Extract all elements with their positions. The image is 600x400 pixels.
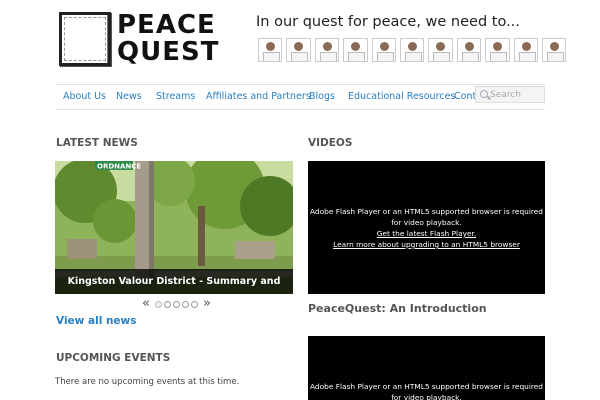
slider-dot[interactable] <box>190 300 198 308</box>
video-title: PeaceQuest: An Introduction <box>308 302 487 315</box>
logo-line-peace: PEACE <box>117 10 216 40</box>
slide-caption[interactable]: Kingston Valour District - Summary and T… <box>55 269 293 294</box>
video-player[interactable]: Adobe Flash Player or an HTML5 supported… <box>308 336 545 400</box>
nav-item-streams[interactable]: Streams <box>156 91 195 102</box>
upgrade-html5-link[interactable]: Learn more about upgrading to an HTML5 b… <box>308 239 545 250</box>
street-sign-text: ORDNANCE <box>97 163 141 171</box>
logo-frame-icon <box>59 12 111 66</box>
nav-item-affiliates[interactable]: Affiliates and Partners <box>206 91 311 102</box>
latest-news-heading: LATEST NEWS <box>56 137 138 149</box>
person-photo-icon[interactable] <box>485 38 510 62</box>
tagline: In our quest for peace, we need to... <box>256 14 520 30</box>
player-message-block: Adobe Flash Player or an HTML5 supported… <box>308 206 545 250</box>
view-all-news-link[interactable]: View all news <box>56 315 137 327</box>
person-photo-icon[interactable] <box>371 38 396 62</box>
player-message: Adobe Flash Player or an HTML5 supported… <box>310 207 543 227</box>
site-logo[interactable]: PEACE QUEST <box>59 10 227 70</box>
person-photo-icon[interactable] <box>456 38 482 62</box>
events-empty-text: There are no upcoming events at this tim… <box>55 377 240 387</box>
search-icon <box>480 90 488 98</box>
person-photo-icon[interactable] <box>258 38 283 62</box>
search-box <box>475 86 545 103</box>
video-player[interactable]: Adobe Flash Player or an HTML5 supported… <box>308 161 545 294</box>
person-photo-icon[interactable] <box>343 38 368 62</box>
player-message: Adobe Flash Player or an HTML5 supported… <box>310 382 543 400</box>
news-slider[interactable]: ORDNANCE Kingston Valour District - Summ… <box>55 161 293 294</box>
logo-text: PEACE QUEST <box>117 12 219 66</box>
videos-heading: VIDEOS <box>308 137 353 149</box>
main-nav: About Us News Streams Affiliates and Par… <box>56 84 545 110</box>
faces-strip <box>258 38 567 62</box>
chevron-left-icon[interactable]: « <box>139 297 153 310</box>
slider-dot[interactable] <box>154 300 162 308</box>
player-message-block: Adobe Flash Player or an HTML5 supported… <box>308 381 545 400</box>
slider-dot[interactable] <box>172 300 180 308</box>
slider-dot[interactable] <box>181 300 189 308</box>
person-photo-icon[interactable] <box>541 38 567 62</box>
chevron-right-icon[interactable]: » <box>200 297 214 310</box>
slider-pager: « » <box>139 297 214 310</box>
nav-item-about-us[interactable]: About Us <box>63 91 106 102</box>
person-photo-icon[interactable] <box>286 38 311 62</box>
slider-dot[interactable] <box>163 300 171 308</box>
person-photo-icon[interactable] <box>428 38 453 62</box>
nav-item-blogs[interactable]: Blogs <box>309 91 335 102</box>
person-photo-icon[interactable] <box>314 38 340 62</box>
logo-line-quest: QUEST <box>117 37 220 67</box>
person-photo-icon[interactable] <box>513 38 538 62</box>
search-input[interactable] <box>490 88 544 101</box>
nav-item-educational-resources[interactable]: Educational Resources <box>348 91 455 102</box>
nav-item-news[interactable]: News <box>116 91 142 102</box>
get-flash-player-link[interactable]: Get the latest Flash Player. <box>308 228 545 239</box>
upcoming-events-heading: UPCOMING EVENTS <box>56 352 171 364</box>
person-photo-icon[interactable] <box>399 38 425 62</box>
